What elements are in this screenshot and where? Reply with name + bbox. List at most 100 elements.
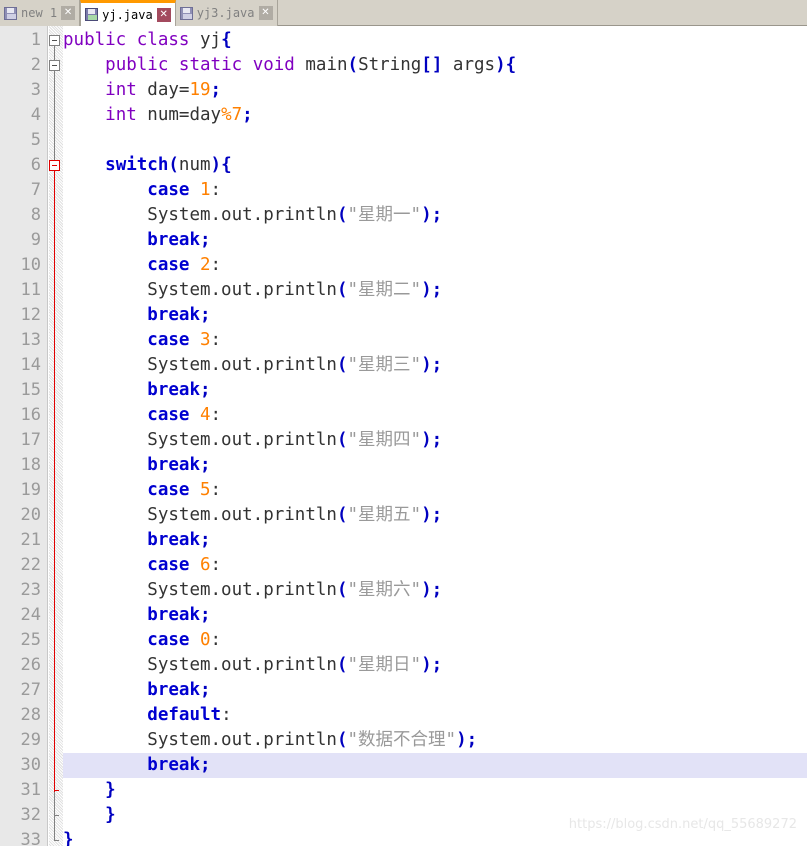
code-token: break (147, 680, 200, 700)
code-line[interactable]: System.out.println("星期三"); (63, 353, 442, 378)
code-token: ) (421, 505, 432, 525)
code-token: 6 (200, 555, 211, 575)
code-token: ; (199, 755, 211, 775)
code-token: case (147, 330, 190, 350)
code-token: : (210, 330, 222, 350)
code-token: } (63, 830, 74, 846)
line-number-gutter: 1 2 3 4 5 6 7 8 9 10 11 12 13 14 15 16 17 18 19 20 21 22 23 24 2… (0, 26, 48, 846)
code-token: ; (466, 730, 478, 750)
code-line[interactable]: case 6: (63, 553, 221, 578)
code-line[interactable]: case 3: (63, 328, 221, 353)
code-token: : (221, 705, 232, 725)
code-line[interactable]: case 4: (63, 403, 221, 428)
code-line[interactable]: case 0: (63, 628, 221, 653)
code-token: case (147, 180, 190, 200)
tab-close-icon[interactable]: ✕ (156, 7, 171, 22)
code-line[interactable]: System.out.println("星期日"); (63, 653, 442, 678)
code-token: break (147, 305, 200, 325)
code-line[interactable]: break; (63, 228, 210, 253)
line-number: 23 (20, 580, 41, 600)
code-token: 4 (200, 405, 211, 425)
tab-yj-java[interactable]: yj.java ✕ (80, 0, 176, 26)
code-line[interactable]: int day=19; (63, 78, 221, 103)
fold-end-tick (54, 815, 59, 816)
code-editor[interactable]: 1 2 3 4 5 6 7 8 9 10 11 12 13 14 15 16 17 18 19 20 21 22 23 24 2… (0, 26, 807, 846)
code-line[interactable]: break; (63, 453, 210, 478)
line-number: 2 (30, 55, 41, 75)
code-token: { (221, 155, 232, 175)
tab-close-icon[interactable]: ✕ (61, 6, 76, 20)
tab-yj3-java[interactable]: yj3.java ✕ (175, 0, 278, 26)
code-line[interactable]: } (63, 803, 116, 828)
code-line[interactable]: case 2: (63, 253, 221, 278)
fold-toggle-2[interactable] (49, 60, 60, 71)
fold-end-tick (54, 790, 59, 791)
line-number: 6 (30, 155, 41, 175)
code-line[interactable]: break; (63, 753, 807, 778)
line-number: 5 (30, 130, 41, 150)
fold-toggle-6[interactable] (49, 160, 60, 171)
code-token: ; (199, 680, 211, 700)
code-line[interactable]: int num=day%7; (63, 103, 253, 128)
code-line[interactable]: break; (63, 378, 210, 403)
code-content[interactable]: public class yj{ public static void main… (63, 26, 807, 846)
code-token: ( (336, 205, 348, 225)
code-folding-gutter[interactable] (49, 26, 63, 846)
code-line[interactable]: case 5: (63, 478, 221, 503)
code-line[interactable]: System.out.println("星期四"); (63, 428, 442, 453)
code-token: void (252, 55, 295, 75)
code-line[interactable]: default: (63, 703, 232, 728)
code-line[interactable]: } (63, 778, 116, 803)
watermark-text: https://blog.csdn.net/qq_55689272 (568, 817, 797, 832)
code-line[interactable]: public static void main(String[] args){ (63, 53, 516, 78)
code-token: "数据不合理" (347, 730, 457, 750)
tab-new-1[interactable]: new 1 ✕ (0, 0, 81, 26)
code-token: int (105, 105, 137, 125)
code-token: 5 (200, 480, 211, 500)
line-number: 17 (20, 430, 41, 450)
line-number: 15 (20, 380, 41, 400)
code-line[interactable]: System.out.println("数据不合理"); (63, 728, 477, 753)
code-line[interactable]: System.out.println("星期五"); (63, 503, 442, 528)
code-line[interactable]: switch(num){ (63, 153, 232, 178)
code-token: } (105, 780, 116, 800)
code-token: ) (210, 155, 222, 175)
code-token: 2 (200, 255, 211, 275)
code-line[interactable]: public class yj{ (63, 28, 232, 53)
code-line[interactable]: break; (63, 603, 211, 628)
line-number: 12 (20, 305, 41, 325)
code-token: { (505, 55, 517, 75)
code-line[interactable]: break; (63, 678, 211, 703)
code-token: ; (199, 605, 211, 625)
code-token: ; (431, 430, 443, 450)
tab-close-icon[interactable]: ✕ (258, 6, 273, 20)
code-line[interactable]: System.out.println("星期一"); (63, 203, 442, 228)
line-number: 14 (20, 355, 41, 375)
code-line[interactable]: System.out.println("星期二"); (63, 278, 442, 303)
code-token: default (147, 705, 222, 725)
code-line[interactable]: System.out.println("星期六"); (63, 578, 442, 603)
code-line[interactable]: break; (63, 528, 210, 553)
code-token: "星期日" (347, 655, 422, 675)
fold-toggle-1[interactable] (49, 35, 60, 46)
line-number: 9 (30, 230, 41, 250)
code-line[interactable]: case 1: (63, 178, 221, 203)
code-line[interactable]: } (63, 828, 74, 846)
code-token: break (147, 380, 200, 400)
fold-guide-line (54, 171, 55, 792)
line-number: 13 (20, 330, 41, 350)
line-number: 10 (20, 255, 41, 275)
line-number: 25 (20, 630, 41, 650)
code-token: ( (168, 155, 179, 175)
code-line[interactable]: break; (63, 303, 210, 328)
code-token: ( (336, 280, 348, 300)
